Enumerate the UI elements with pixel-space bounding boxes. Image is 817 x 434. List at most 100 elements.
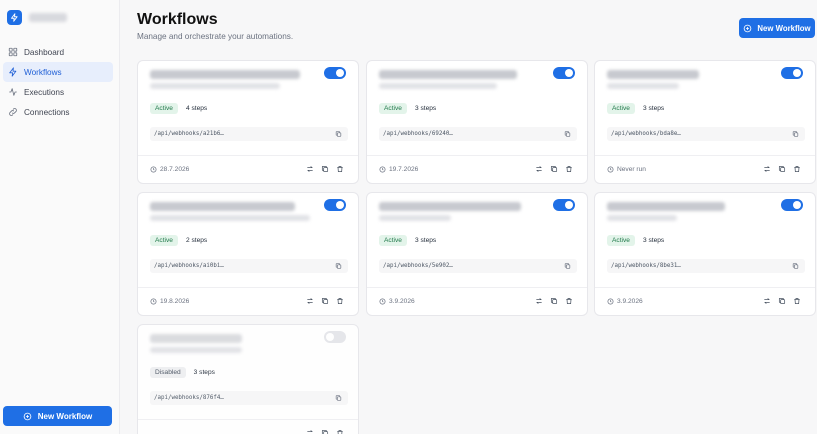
last-run-date: 19.8.2026	[160, 298, 190, 305]
sidebar-item-label: Dashboard	[24, 47, 65, 57]
trash-icon[interactable]	[336, 429, 344, 434]
brand[interactable]	[7, 10, 67, 25]
duplicate-icon[interactable]	[550, 297, 558, 305]
trash-icon[interactable]	[336, 165, 344, 173]
sidebar-item-connections[interactable]: Connections	[3, 102, 113, 122]
copy-icon[interactable]	[564, 130, 571, 138]
sidebar: Dashboard Workflows Executions Connectio…	[0, 0, 120, 434]
swap-icon[interactable]	[306, 297, 314, 305]
status-badge: Disabled	[150, 367, 186, 378]
last-run-date: 3.9.2026	[389, 298, 415, 305]
workflow-description-redacted	[150, 83, 280, 89]
sidebar-new-workflow-button[interactable]: New Workflow	[3, 406, 112, 426]
workflow-card[interactable]: Active 2 steps /api/webhooks/ai0bi… 19.8…	[137, 192, 359, 316]
button-label: New Workflow	[757, 23, 811, 33]
swap-icon[interactable]	[306, 429, 314, 434]
card-actions	[535, 297, 573, 305]
last-run: Never run	[607, 166, 646, 173]
clock-icon	[379, 298, 386, 305]
status-badge: Active	[607, 103, 635, 114]
clock-icon	[607, 166, 614, 173]
bolt-icon	[9, 67, 17, 77]
last-run-date: 3.9.2026	[617, 298, 643, 305]
workflow-title-redacted	[150, 70, 300, 79]
workflow-description-redacted	[150, 347, 242, 353]
copy-icon[interactable]	[792, 130, 799, 138]
clock-icon	[379, 166, 386, 173]
status-badge: Active	[379, 235, 407, 246]
card-actions	[763, 165, 801, 173]
workflow-card[interactable]: Active 3 steps /api/webhooks/8be31… 3.9.…	[594, 192, 816, 316]
workflow-meta: Active 4 steps	[150, 103, 207, 114]
card-actions	[306, 165, 344, 173]
webhook-url-text: /api/webhooks/bda8e…	[611, 131, 681, 137]
card-actions	[535, 165, 573, 173]
last-run-date: 28.7.2026	[160, 166, 190, 173]
duplicate-icon[interactable]	[550, 165, 558, 173]
clock-icon	[150, 166, 157, 173]
card-divider	[138, 419, 358, 420]
enable-toggle[interactable]	[324, 67, 346, 79]
swap-icon[interactable]	[535, 165, 543, 173]
page-subtitle: Manage and orchestrate your automations.	[137, 32, 294, 41]
sidebar-item-dashboard[interactable]: Dashboard	[3, 42, 113, 62]
workflow-card[interactable]: Disabled 3 steps /api/webhooks/876f4…	[137, 324, 359, 434]
duplicate-icon[interactable]	[778, 165, 786, 173]
card-divider	[595, 287, 815, 288]
last-run: 3.9.2026	[379, 298, 415, 305]
step-count: 4 steps	[185, 105, 208, 112]
sidebar-item-executions[interactable]: Executions	[3, 82, 113, 102]
workflow-title-redacted	[150, 334, 242, 343]
workflow-card[interactable]: Active 4 steps /api/webhooks/a21b6… 28.7…	[137, 60, 359, 184]
card-divider	[138, 155, 358, 156]
duplicate-icon[interactable]	[778, 297, 786, 305]
status-badge: Active	[379, 103, 407, 114]
swap-icon[interactable]	[763, 297, 771, 305]
webhook-url-text: /api/webhooks/a21b6…	[154, 131, 224, 137]
webhook-url: /api/webhooks/876f4…	[150, 391, 348, 405]
trash-icon[interactable]	[565, 297, 573, 305]
workflow-card[interactable]: Active 3 steps /api/webhooks/5e902… 3.9.…	[366, 192, 588, 316]
webhook-url: /api/webhooks/5e902…	[379, 259, 577, 273]
copy-icon[interactable]	[335, 130, 342, 138]
trash-icon[interactable]	[793, 297, 801, 305]
trash-icon[interactable]	[336, 297, 344, 305]
duplicate-icon[interactable]	[321, 165, 329, 173]
last-run: 28.7.2026	[150, 166, 189, 173]
enable-toggle[interactable]	[781, 67, 803, 79]
sidebar-item-label: Executions	[24, 87, 65, 97]
swap-icon[interactable]	[763, 165, 771, 173]
webhook-url-text: /api/webhooks/5e902…	[383, 263, 453, 269]
status-badge: Active	[150, 103, 178, 114]
copy-icon[interactable]	[564, 262, 571, 270]
trash-icon[interactable]	[565, 165, 573, 173]
workflow-card[interactable]: Active 3 steps /api/webhooks/bda8e… Neve…	[594, 60, 816, 184]
workflow-title-redacted	[607, 70, 699, 79]
copy-icon[interactable]	[335, 394, 342, 402]
enable-toggle[interactable]	[324, 199, 346, 211]
enable-toggle[interactable]	[781, 199, 803, 211]
workflow-title-redacted	[379, 70, 517, 79]
sidebar-nav: Dashboard Workflows Executions Connectio…	[3, 42, 113, 122]
step-count: 3 steps	[642, 237, 665, 244]
swap-icon[interactable]	[535, 297, 543, 305]
workflow-card[interactable]: Active 3 steps /api/webhooks/69240… 19.7…	[366, 60, 588, 184]
card-divider	[138, 287, 358, 288]
clock-icon	[607, 298, 614, 305]
card-actions	[306, 297, 344, 305]
workflow-description-redacted	[379, 215, 451, 221]
copy-icon[interactable]	[335, 262, 342, 270]
new-workflow-button[interactable]: New Workflow	[739, 18, 815, 38]
duplicate-icon[interactable]	[321, 297, 329, 305]
logo-icon	[7, 10, 22, 25]
enable-toggle[interactable]	[324, 331, 346, 343]
enable-toggle[interactable]	[553, 199, 575, 211]
copy-icon[interactable]	[792, 262, 799, 270]
swap-icon[interactable]	[306, 165, 314, 173]
webhook-url-text: /api/webhooks/8be31…	[611, 263, 681, 269]
trash-icon[interactable]	[793, 165, 801, 173]
duplicate-icon[interactable]	[321, 429, 329, 434]
enable-toggle[interactable]	[553, 67, 575, 79]
sidebar-item-workflows[interactable]: Workflows	[3, 62, 113, 82]
workflow-title-redacted	[379, 202, 521, 211]
